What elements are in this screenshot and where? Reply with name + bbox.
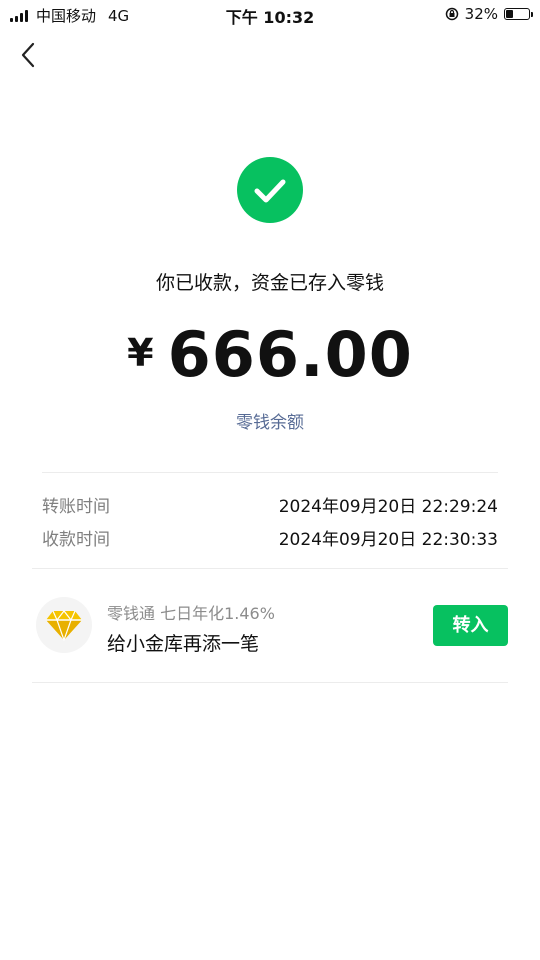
battery-icon (504, 8, 533, 20)
balance-link[interactable]: 零钱余额 (0, 408, 540, 433)
success-badge (237, 157, 303, 223)
status-bar: 中国移动 4G 下午 10:32 32% (0, 0, 540, 28)
currency-symbol: ¥ (127, 331, 154, 375)
transfer-time-label: 转账时间 (42, 497, 110, 517)
transfer-time-row: 转账时间 2024年09月20日 22:29:24 (42, 492, 498, 518)
back-button[interactable] (14, 38, 44, 72)
receive-time-row: 收款时间 2024年09月20日 22:30:33 (42, 525, 498, 551)
amount-value: 666.00 (167, 318, 413, 391)
received-message: 你已收款，资金已存入零钱 (155, 272, 384, 294)
divider (32, 682, 508, 683)
status-right: 32% (445, 5, 533, 23)
promo-title: 给小金库再添一笔 (107, 633, 260, 655)
check-icon (254, 179, 286, 203)
divider (42, 472, 498, 473)
battery-level (506, 10, 513, 18)
diamond-icon (46, 610, 82, 641)
chevron-left-icon (21, 42, 35, 68)
receive-time-value: 2024年09月20日 22:30:33 (278, 530, 498, 550)
transfer-in-button[interactable]: 转入 (433, 605, 508, 646)
promo-subtitle: 零钱通 七日年化1.46% (107, 604, 275, 623)
receive-time-label: 收款时间 (42, 530, 110, 550)
divider (32, 568, 508, 569)
battery-percent: 32% (464, 5, 498, 23)
transfer-time-value: 2024年09月20日 22:29:24 (278, 497, 498, 517)
promo-icon-badge (36, 597, 92, 653)
amount-display: ¥666.00 (0, 318, 540, 391)
rotation-lock-icon (445, 7, 458, 21)
